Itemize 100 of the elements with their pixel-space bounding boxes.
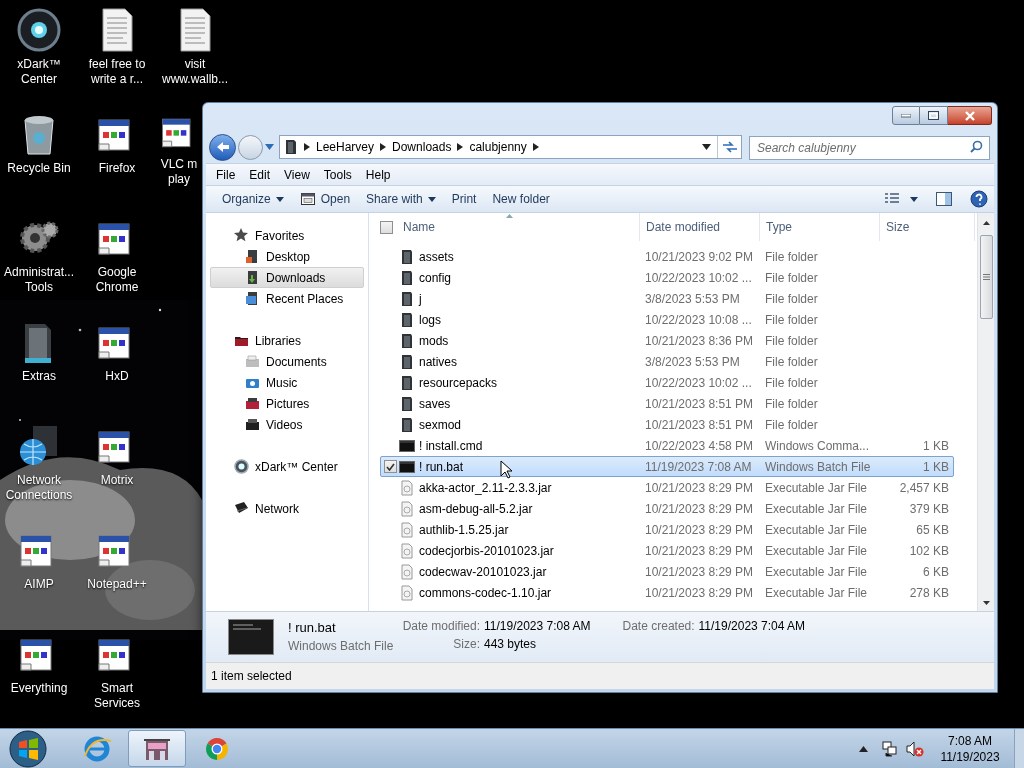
menu-item[interactable]: File (209, 165, 243, 184)
taskbar-button[interactable] (128, 730, 186, 767)
menu-item[interactable]: Help (358, 165, 398, 184)
start-button[interactable] (6, 728, 50, 768)
menu-item[interactable]: View (277, 165, 317, 184)
nav-item[interactable]: Downloads (210, 267, 364, 288)
close-button[interactable] (948, 106, 992, 125)
checkbox[interactable] (384, 460, 397, 473)
toolbar-button[interactable]: Organize (214, 188, 292, 210)
file-row[interactable]: logs 10/22/2023 10:08 ... File folder (380, 309, 954, 330)
scroll-down-icon[interactable] (982, 601, 990, 605)
toolbar-button[interactable]: New folder (484, 188, 558, 210)
icon-label[interactable]: VLC m play (160, 157, 198, 187)
preview-pane-icon[interactable] (936, 192, 952, 206)
file-row[interactable]: commons-codec-1.10.jar 10/21/2023 8:29 PM Executable Jar File 278 KB (380, 582, 954, 603)
nav-item[interactable]: Desktop (211, 246, 363, 267)
nav-item[interactable]: Documents (211, 351, 363, 372)
icon-label[interactable]: Firefox (98, 161, 136, 176)
caret-icon[interactable] (702, 144, 711, 150)
file-row[interactable]: sexmod 10/21/2023 8:51 PM File folder (380, 414, 954, 435)
chevron-icon[interactable] (304, 143, 310, 151)
scrollbar[interactable] (977, 213, 994, 611)
column-header[interactable]: Date modified (640, 213, 760, 241)
file-row[interactable]: resourcepacks 10/22/2023 10:02 ... File folder (380, 372, 954, 393)
icon-label[interactable]: Smart Services (94, 681, 140, 711)
checkbox[interactable] (380, 220, 393, 234)
nav-item[interactable]: Videos (211, 414, 363, 435)
breadcrumb[interactable]: LeeHarvey (316, 138, 375, 156)
muted-speaker-icon[interactable] (906, 740, 924, 757)
back-button[interactable] (209, 133, 236, 161)
file-row[interactable]: config 10/22/2023 10:02 ... File folder (380, 267, 954, 288)
nav-item[interactable]: Recent Places (211, 288, 363, 309)
icon-label[interactable]: Google Chrome (95, 265, 139, 295)
file-row[interactable]: saves 10/21/2023 8:51 PM File folder (380, 393, 954, 414)
icon-label[interactable]: xDark™ Center (17, 57, 61, 87)
icon-label[interactable]: feel free to write a r... (88, 57, 146, 87)
download-folder-icon (245, 270, 260, 285)
menu-item[interactable]: Tools (316, 165, 359, 184)
icon-label[interactable]: visit www.wallb... (162, 57, 228, 87)
close-icon[interactable] (963, 110, 976, 121)
file-row[interactable]: codecjorbis-20101023.jar 10/21/2023 8:29 PM Executable Jar File 102 KB (380, 540, 954, 561)
icon-label[interactable]: Motrix (100, 473, 134, 488)
file-row[interactable]: j 3/8/2023 5:53 PM File folder (380, 288, 954, 309)
nav-item[interactable]: Network (211, 498, 363, 519)
nav-item[interactable]: Libraries (211, 330, 363, 351)
nav-item[interactable]: xDark™ Center (211, 456, 363, 477)
toolbar-button[interactable]: Share with (358, 188, 444, 210)
date-modified: 10/22/2023 10:02 ... (644, 269, 753, 287)
icon-label[interactable]: Everything (10, 681, 68, 696)
icon-label[interactable]: Notepad++ (87, 577, 147, 592)
minimize-button[interactable] (892, 106, 920, 125)
chevron-icon[interactable] (380, 143, 387, 151)
show-hidden-icons-icon[interactable] (859, 745, 868, 752)
icon-label[interactable]: Extras (22, 369, 56, 384)
network-icon[interactable] (882, 740, 898, 757)
help-icon[interactable] (970, 190, 988, 208)
file-row[interactable]: natives 3/8/2023 5:53 PM File folder (380, 351, 954, 372)
menu-item[interactable]: Edit (242, 165, 278, 184)
file-row[interactable]: ! install.cmd 10/22/2023 4:58 PM Windows Comma... 1 KB (380, 435, 954, 456)
file-type: Executable Jar File (764, 500, 869, 518)
orb-icon[interactable] (15, 6, 63, 54)
icon-label[interactable]: Recycle Bin (7, 161, 71, 176)
file-row[interactable]: ! run.bat 11/19/2023 7:08 AM Windows Batch File 1 KB (380, 456, 954, 477)
column-header[interactable]: Name (403, 213, 435, 241)
clock[interactable]: 7:08 AM 11/19/2023 (934, 732, 1006, 765)
address-bar[interactable]: LeeHarvey Downloads calubjenny (279, 135, 742, 159)
maximize-icon[interactable] (928, 111, 939, 120)
icon-label[interactable]: Administrat... Tools (4, 265, 74, 295)
breadcrumb[interactable]: calubjenny (469, 138, 527, 156)
toolbar-button[interactable]: Open (291, 188, 359, 210)
file-name: assets (419, 248, 454, 266)
file-row[interactable]: asm-debug-all-5.2.jar 10/21/2023 8:29 PM Executable Jar File 379 KB (380, 498, 954, 519)
maximize-button[interactable] (920, 106, 948, 125)
field-value: 11/19/2023 7:04 AM (698, 618, 806, 635)
icon-label[interactable]: AIMP (24, 577, 54, 592)
back-arrow-icon[interactable] (215, 141, 230, 153)
icon-label[interactable]: HxD (105, 369, 129, 384)
file-row[interactable]: akka-actor_2.11-2.3.3.jar 10/21/2023 8:29 PM Executable Jar File 2,457 KB (380, 477, 954, 498)
grip-icon[interactable] (982, 274, 990, 280)
search-icon[interactable] (970, 140, 983, 153)
nav-item[interactable]: Music (211, 372, 363, 393)
icon-label[interactable]: Network Connections (5, 473, 73, 503)
file-row[interactable]: mods 10/21/2023 8:36 PM File folder (380, 330, 954, 351)
search-field[interactable]: Search calubjenny (749, 136, 990, 160)
file-row[interactable]: assets 10/21/2023 9:02 PM File folder (380, 246, 954, 267)
folder-icon (399, 395, 415, 412)
nav-item[interactable]: Pictures (211, 393, 363, 414)
breadcrumb[interactable]: Downloads (392, 138, 452, 156)
file-row[interactable]: codecwav-20101023.jar 10/21/2023 8:29 PM Executable Jar File 6 KB (380, 561, 954, 582)
column-header[interactable]: Type (760, 213, 880, 241)
chevron-icon[interactable] (457, 143, 464, 151)
minimize-icon[interactable] (901, 113, 911, 118)
scroll-up-icon[interactable] (982, 221, 990, 225)
file-row[interactable]: authlib-1.5.25.jar 10/21/2023 8:29 PM Executable Jar File 65 KB (380, 519, 954, 540)
nav-item[interactable]: Favorites (211, 225, 363, 246)
chevron-icon[interactable] (532, 143, 539, 151)
toolbar-button[interactable]: Print (443, 188, 485, 210)
date-modified: 10/21/2023 8:29 PM (644, 584, 755, 602)
refresh-icon[interactable] (721, 141, 738, 153)
column-header[interactable]: Size (880, 213, 975, 241)
